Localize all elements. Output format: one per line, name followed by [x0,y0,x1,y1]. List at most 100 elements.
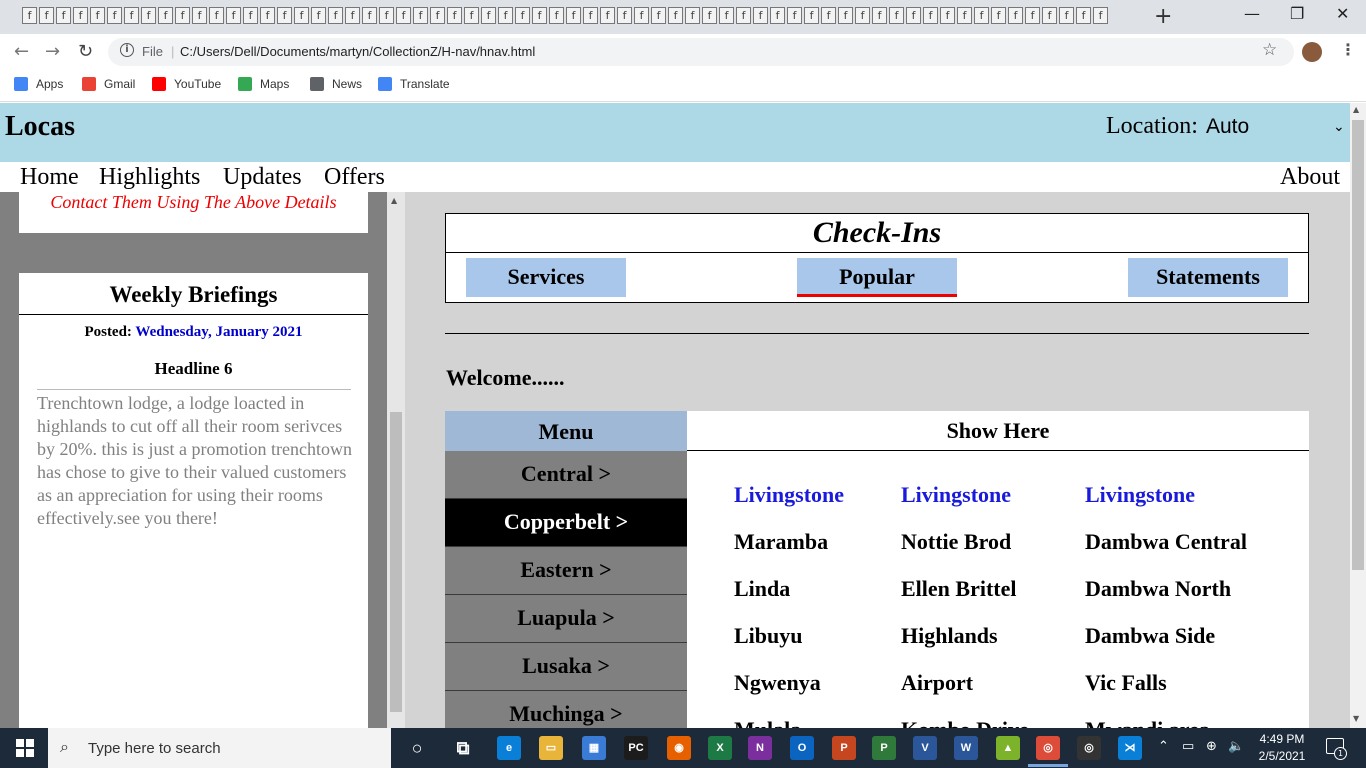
pinned-tab[interactable]: f [634,7,649,24]
menu-item-central[interactable]: Central > [445,451,687,499]
nav-updates[interactable]: Updates [223,164,302,191]
place-item[interactable]: Maramba [734,529,828,555]
place-item[interactable]: Ngwenya [734,670,821,696]
pinned-tab[interactable]: f [532,7,547,24]
pinned-tab[interactable]: f [736,7,751,24]
pinned-tab[interactable]: f [141,7,156,24]
pinned-tab[interactable]: f [73,7,88,24]
tab-services[interactable]: Services [466,258,626,297]
pinned-tab[interactable]: f [107,7,122,24]
nav-highlights[interactable]: Highlights [99,164,200,191]
firefox-icon[interactable]: ◉ [667,736,691,760]
settings-app-icon[interactable]: ◎ [1077,736,1101,760]
pinned-tab[interactable]: f [243,7,258,24]
outlook-icon[interactable]: O [790,736,814,760]
taskbar-search-placeholder[interactable]: Type here to search [88,740,221,757]
pinned-tab[interactable]: f [940,7,955,24]
pinned-tab[interactable]: f [22,7,37,24]
pinned-tab[interactable]: f [1059,7,1074,24]
pinned-tab[interactable]: f [56,7,71,24]
place-column-header[interactable]: Livingstone [734,482,844,508]
powerpoint-icon[interactable]: P [832,736,856,760]
project-icon[interactable]: P [872,736,896,760]
bluestacks-icon[interactable]: ▲ [996,736,1020,760]
pinned-tab[interactable]: f [787,7,802,24]
pinned-tab[interactable]: f [991,7,1006,24]
store-icon[interactable]: ▦ [582,736,606,760]
page-scroll-thumb[interactable] [1352,120,1364,570]
pinned-tab[interactable]: f [617,7,632,24]
task-view-icon[interactable]: ⧉ [451,736,475,760]
bookmark-youtube[interactable]: YouTube [152,77,221,91]
pinned-tab[interactable]: f [1093,7,1108,24]
pinned-tab[interactable]: f [396,7,411,24]
clock[interactable]: 4:49 PM 2/5/2021 [1252,731,1312,765]
menu-item-lusaka[interactable]: Lusaka > [445,643,687,691]
forward-button[interactable]: → [45,41,60,62]
place-item[interactable]: Mwandi area [1085,717,1210,728]
excel-icon[interactable]: X [708,736,732,760]
place-item[interactable]: Highlands [901,623,998,649]
pinned-tab[interactable]: f [651,7,666,24]
bookmark-apps[interactable]: Apps [14,77,63,91]
pinned-tab[interactable]: f [906,7,921,24]
pinned-tab[interactable]: f [124,7,139,24]
pinned-tab[interactable]: f [481,7,496,24]
profile-avatar[interactable] [1302,42,1322,62]
close-button[interactable]: ✕ [1336,4,1349,23]
pinned-tab[interactable]: f [311,7,326,24]
edge-icon[interactable]: e [497,736,521,760]
menu-item-muchinga[interactable]: Muchinga > [445,691,687,728]
pinned-tab[interactable]: f [770,7,785,24]
chevron-down-icon[interactable]: ⌄ [1333,119,1345,135]
pinned-tab[interactable]: f [957,7,972,24]
vscode-icon[interactable]: ⋊ [1118,736,1142,760]
pinned-tab[interactable]: f [838,7,853,24]
site-brand[interactable]: Locas [5,111,75,143]
pinned-tab[interactable]: f [600,7,615,24]
bookmark-news[interactable]: News [310,77,362,91]
place-item[interactable]: Mulala [734,717,801,728]
pinned-tab[interactable]: f [260,7,275,24]
place-item[interactable]: Dambwa North [1085,576,1231,602]
pinned-tab[interactable]: f [668,7,683,24]
pinned-tab[interactable]: f [39,7,54,24]
pinned-tab[interactable]: f [294,7,309,24]
pinned-tab[interactable]: f [379,7,394,24]
pinned-tab[interactable]: f [226,7,241,24]
place-item[interactable]: Dambwa Side [1085,623,1215,649]
sidebar-scroll-thumb[interactable] [390,412,402,712]
scroll-up-arrow-icon[interactable]: ▲ [391,196,397,205]
pinned-tab[interactable]: f [804,7,819,24]
place-item[interactable]: Libuyu [734,623,803,649]
place-column-header[interactable]: Livingstone [901,482,1011,508]
pinned-tab[interactable]: f [566,7,581,24]
pinned-tab[interactable]: f [90,7,105,24]
bookmark-star-icon[interactable]: ☆ [1262,40,1277,60]
network-icon[interactable]: ⊕ [1206,739,1217,754]
show-hidden-icons-icon[interactable]: ⌃ [1158,739,1169,754]
menu-item-copperbelt[interactable]: Copperbelt > [445,499,687,547]
address-bar[interactable]: i File | C:/Users/Dell/Documents/martyn/… [108,38,1294,66]
file-explorer-icon[interactable]: ▭ [539,736,563,760]
pinned-tab[interactable]: f [430,7,445,24]
place-item[interactable]: Vic Falls [1085,670,1167,696]
maximize-button[interactable]: ❐ [1290,4,1304,23]
pinned-tab[interactable]: f [821,7,836,24]
pinned-tab[interactable]: f [1008,7,1023,24]
tab-strip[interactable]: ffffffffffffffffffffffffffffffffffffffff… [22,7,1119,27]
pinned-tab[interactable]: f [974,7,989,24]
visio-icon[interactable]: V [913,736,937,760]
onenote-icon[interactable]: N [748,736,772,760]
back-button[interactable]: ← [14,41,29,62]
chrome-icon[interactable]: ◎ [1036,736,1060,760]
pinned-tab[interactable]: f [464,7,479,24]
menu-item-eastern[interactable]: Eastern > [445,547,687,595]
minimize-button[interactable]: — [1244,4,1260,23]
volume-icon[interactable]: 🔈 [1228,739,1244,754]
word-icon[interactable]: W [954,736,978,760]
bookmark-translate[interactable]: Translate [378,77,450,91]
pycharm-icon[interactable]: PC [624,736,648,760]
place-column-header[interactable]: Livingstone [1085,482,1195,508]
place-item[interactable]: Dambwa Central [1085,529,1247,555]
